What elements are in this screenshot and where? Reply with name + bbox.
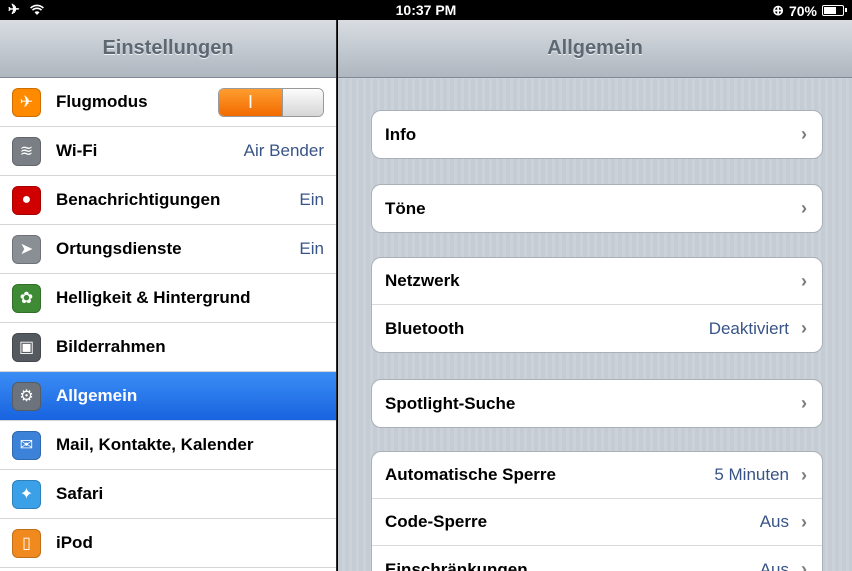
chevron-right-icon: › — [801, 464, 807, 485]
sidebar-item-helligkeit-hintergrund[interactable]: ✿ Helligkeit & Hintergrund — [0, 274, 336, 323]
sidebar-item-value: Air Bender — [243, 141, 324, 160]
settings-group: Töne › — [371, 184, 823, 233]
sidebar-item-safari[interactable]: ✦ Safari — [0, 470, 336, 519]
cell-value: Deaktiviert — [708, 318, 789, 338]
battery-icon — [822, 5, 847, 16]
sidebar-item-label: Benachrichtigungen — [56, 190, 221, 209]
sidebar-item-label: Mail, Kontakte, Kalender — [56, 435, 254, 454]
flower-icon: ✿ — [12, 283, 41, 313]
chevron-right-icon: › — [801, 393, 807, 413]
sidebar-item-label: Ortungsdienste — [56, 239, 182, 258]
airplane-icon: ✈ — [12, 87, 41, 117]
sidebar-item-bilderrahmen[interactable]: ▣ Bilderrahmen — [0, 323, 336, 372]
sidebar-item-mail-kontakte-kalender[interactable]: ✉ Mail, Kontakte, Kalender — [0, 421, 336, 470]
chevron-right-icon: › — [801, 511, 807, 532]
sidebar-item-flugmodus[interactable]: ✈ Flugmodus I — [0, 78, 336, 127]
sidebar-item-label: Bilderrahmen — [56, 337, 166, 356]
sidebar-item-value: Ein — [299, 190, 324, 209]
ipod-icon: ▯ — [12, 528, 41, 558]
battery-percent: 70% — [788, 2, 817, 19]
clock: 10:37 PM — [395, 2, 457, 18]
sidebar-item-label: iPod — [56, 533, 93, 552]
mail-icon: ✉ — [12, 430, 41, 460]
settings-cell-info[interactable]: Info › — [372, 111, 822, 158]
picture-frame-icon: ▣ — [12, 332, 41, 362]
settings-cell-töne[interactable]: Töne › — [372, 185, 822, 232]
orientation-lock-icon: ⊕ — [772, 2, 784, 18]
settings-cell-bluetooth[interactable]: Bluetooth Deaktiviert › — [372, 305, 822, 352]
cell-value: Aus — [759, 512, 789, 531]
cell-label: Bluetooth — [385, 318, 465, 338]
settings-group: Netzwerk › Bluetooth Deaktiviert › — [371, 257, 823, 353]
settings-group: Automatische Sperre 5 Minuten › Code-Sperre… — [371, 451, 823, 571]
detail-title: Allgemein — [338, 20, 852, 78]
sidebar-item-value: Ein — [299, 239, 324, 258]
settings-cell-automatische-sperre[interactable]: Automatische Sperre 5 Minuten › — [372, 452, 822, 499]
settings-list: ✈ Flugmodus I ≋ Wi-Fi Air Bender ● Benachrichti… — [0, 78, 336, 568]
settings-cell-spotlight-suche[interactable]: Spotlight-Suche › — [372, 380, 822, 427]
settings-sidebar: Einstellungen ✈ Flugmodus I ≋ Wi-Fi Air Bende… — [0, 20, 337, 571]
cell-label: Spotlight-Suche — [385, 393, 516, 413]
sidebar-item-ipod[interactable]: ▯ iPod — [0, 519, 336, 568]
settings-cell-einschränkungen[interactable]: Einschränkungen Aus › — [372, 546, 822, 571]
cell-label: Automatische Sperre — [385, 465, 556, 484]
chevron-right-icon: › — [801, 270, 807, 291]
sidebar-item-label: Helligkeit & Hintergrund — [56, 288, 251, 307]
location-icon: ➤ — [12, 234, 41, 264]
sidebar-item-label: Safari — [56, 484, 104, 503]
cell-label: Code-Sperre — [385, 512, 488, 531]
settings-group: Spotlight-Suche › — [371, 379, 823, 428]
settings-cell-netzwerk[interactable]: Netzwerk › — [372, 258, 822, 305]
sidebar-item-wi-fi[interactable]: ≋ Wi-Fi Air Bender — [0, 127, 336, 176]
cell-label: Einschränkungen — [385, 559, 528, 571]
chevron-right-icon: › — [801, 198, 807, 218]
sidebar-item-label: Allgemein — [56, 386, 138, 405]
wifi-icon: ≋ — [12, 136, 41, 166]
toggle-knob[interactable] — [282, 88, 323, 116]
notifications-icon: ● — [12, 185, 41, 215]
cell-label: Netzwerk — [385, 271, 460, 290]
sidebar-title: Einstellungen — [0, 20, 336, 78]
cell-label: Töne — [385, 198, 426, 218]
chevron-right-icon: › — [801, 559, 807, 571]
cell-label: Info — [385, 124, 417, 144]
cell-value: 5 Minuten — [714, 465, 789, 484]
sidebar-item-allgemein[interactable]: ⚙ Allgemein — [0, 372, 336, 421]
airplane-mode-toggle[interactable]: I — [218, 87, 324, 117]
chevron-right-icon: › — [801, 318, 807, 338]
toggle-on-label: I — [219, 88, 282, 116]
sidebar-item-benachrichtigungen[interactable]: ● Benachrichtigungen Ein — [0, 176, 336, 225]
chevron-right-icon: › — [801, 124, 807, 144]
sidebar-item-ortungsdienste[interactable]: ➤ Ortungsdienste Ein — [0, 225, 336, 274]
settings-cell-code-sperre[interactable]: Code-Sperre Aus › — [372, 499, 822, 546]
settings-group: Info › — [371, 110, 823, 159]
compass-icon: ✦ — [12, 479, 41, 509]
cell-value: Aus — [759, 559, 789, 571]
sidebar-item-label: Wi-Fi — [56, 141, 98, 160]
detail-pane: Allgemein Info › Töne › Netzwerk › Bluetooth De… — [338, 20, 852, 571]
gear-icon: ⚙ — [12, 381, 41, 411]
sidebar-item-label: Flugmodus — [56, 92, 148, 111]
status-bar: ✈ 10:37 PM ⊕ 70% — [0, 0, 852, 20]
